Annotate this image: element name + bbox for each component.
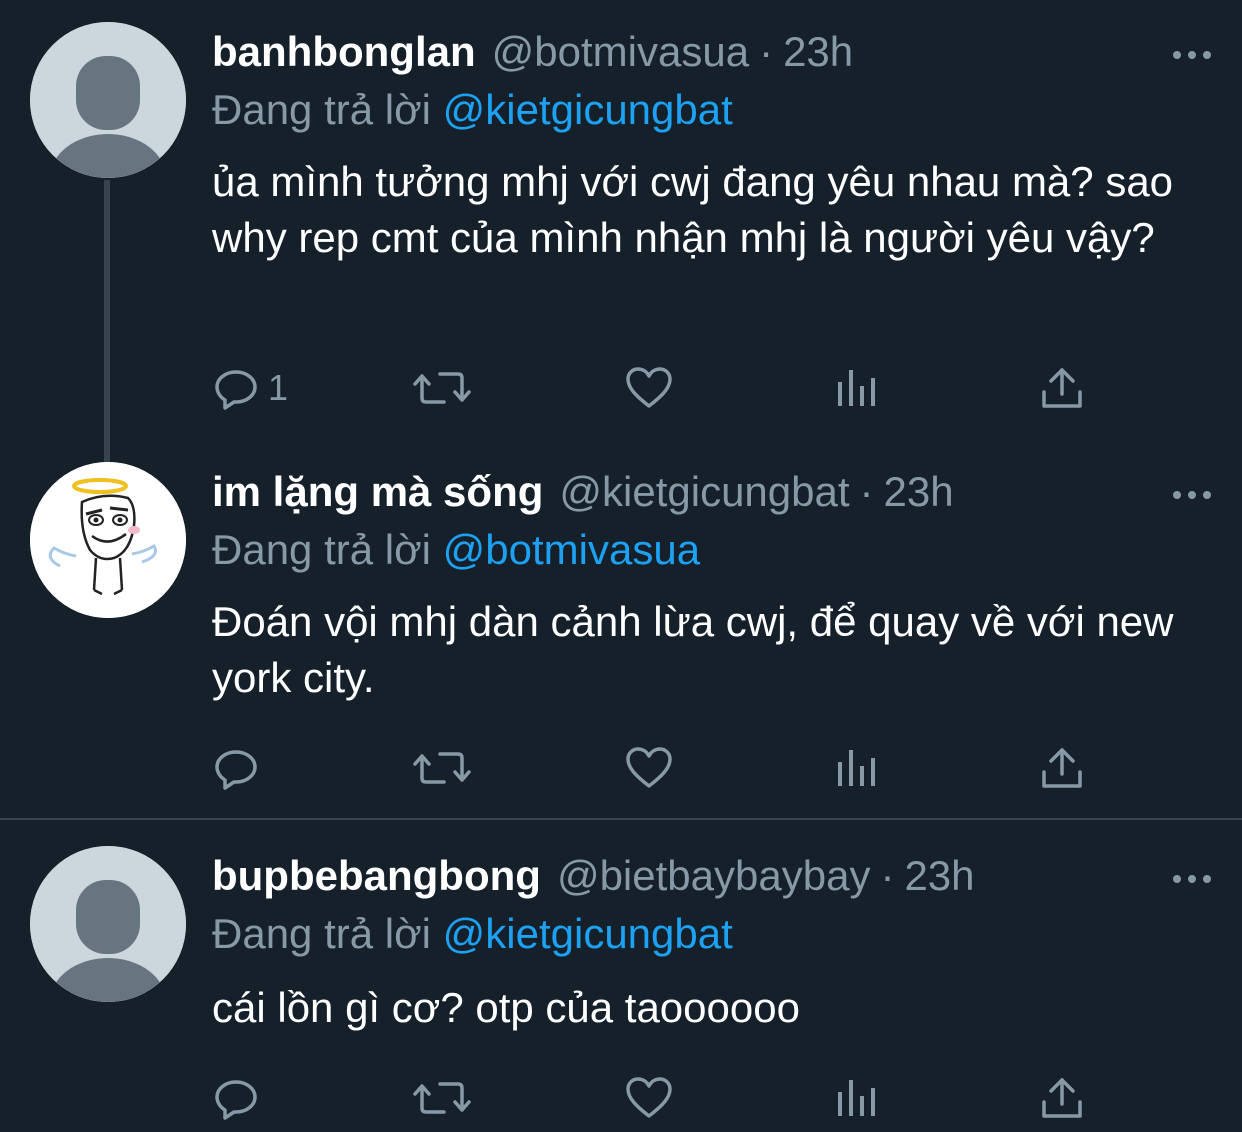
- reply-button[interactable]: 1: [212, 358, 288, 418]
- replying-to-line: Đang trả lời @kietgicungbat: [212, 80, 733, 140]
- reply-icon: [215, 370, 257, 410]
- more-icon[interactable]: [1172, 874, 1212, 884]
- author-handle[interactable]: @kietgicungbat: [559, 462, 849, 522]
- retweet-button[interactable]: [412, 738, 472, 798]
- separator-dot: ·: [759, 28, 774, 75]
- replying-mention-link[interactable]: @kietgicungbat: [443, 86, 733, 133]
- share-icon: [1042, 368, 1082, 408]
- tweet-divider: [0, 818, 1242, 820]
- like-button[interactable]: [624, 738, 674, 798]
- separator-dot: ·: [880, 852, 895, 899]
- replying-mention-link[interactable]: @botmivasua: [443, 526, 700, 573]
- tweet-text: ủa mình tưởng mhj với cwj đang yêu nhau …: [212, 158, 1174, 261]
- default-avatar-icon[interactable]: [30, 22, 186, 178]
- action-bar: [212, 1068, 1092, 1128]
- author-name[interactable]: banhbonglan: [212, 22, 476, 82]
- analytics-button[interactable]: [834, 738, 878, 798]
- replying-mention-link[interactable]: @kietgicungbat: [443, 910, 733, 957]
- timestamp[interactable]: 23h: [904, 846, 974, 906]
- author-handle[interactable]: @botmivasua: [492, 22, 749, 82]
- replying-to-line: Đang trả lời @kietgicungbat: [212, 904, 733, 964]
- analytics-icon: [838, 750, 875, 786]
- reply-icon: [215, 750, 257, 790]
- analytics-icon: [838, 1080, 875, 1116]
- reply-icon: [215, 1080, 257, 1120]
- share-button[interactable]: [1038, 738, 1086, 798]
- timestamp[interactable]: 23h: [884, 462, 954, 522]
- analytics-button[interactable]: [834, 1068, 878, 1128]
- timestamp[interactable]: 23h: [783, 22, 853, 82]
- reply-button[interactable]: [212, 738, 268, 798]
- like-button[interactable]: [624, 358, 674, 418]
- share-icon: [1042, 748, 1082, 788]
- analytics-button[interactable]: [834, 358, 878, 418]
- replying-prefix: Đang trả lời: [212, 910, 431, 957]
- more-icon[interactable]: [1172, 490, 1212, 500]
- replying-to-line: Đang trả lời @botmivasua: [212, 520, 700, 580]
- retweet-button[interactable]: [412, 358, 472, 418]
- author-name[interactable]: im lặng mà sống: [212, 462, 543, 522]
- action-bar: [212, 738, 1092, 798]
- retweet-icon: [413, 752, 471, 784]
- like-icon: [626, 747, 672, 788]
- author-name[interactable]: bupbebangbong: [212, 846, 541, 906]
- retweet-icon: [413, 1082, 471, 1114]
- action-bar: 1: [212, 358, 1092, 418]
- more-icon[interactable]: [1172, 50, 1212, 60]
- tweet-text: cái lồn gì cơ? otp của taoooooo: [212, 984, 800, 1031]
- like-icon: [626, 1077, 672, 1118]
- author-handle[interactable]: @bietbaybaybay: [557, 846, 871, 906]
- tweet-text: Đoán vội mhj dàn cảnh lừa cwj, để quay v…: [212, 598, 1174, 701]
- share-icon: [1042, 1078, 1082, 1118]
- retweet-button[interactable]: [412, 1068, 472, 1128]
- share-button[interactable]: [1038, 358, 1086, 418]
- reply-button[interactable]: [212, 1068, 268, 1128]
- replying-prefix: Đang trả lời: [212, 86, 431, 133]
- replying-prefix: Đang trả lời: [212, 526, 431, 573]
- angel-meme-avatar-icon[interactable]: [30, 462, 186, 618]
- default-avatar-icon[interactable]: [30, 846, 186, 1002]
- like-button[interactable]: [624, 1068, 674, 1128]
- analytics-icon: [838, 370, 875, 406]
- like-icon: [626, 367, 672, 408]
- retweet-icon: [413, 372, 471, 404]
- share-button[interactable]: [1038, 1068, 1086, 1128]
- reply-count: 1: [268, 367, 289, 408]
- thread-connector-line: [104, 180, 110, 462]
- separator-dot: ·: [859, 468, 874, 515]
